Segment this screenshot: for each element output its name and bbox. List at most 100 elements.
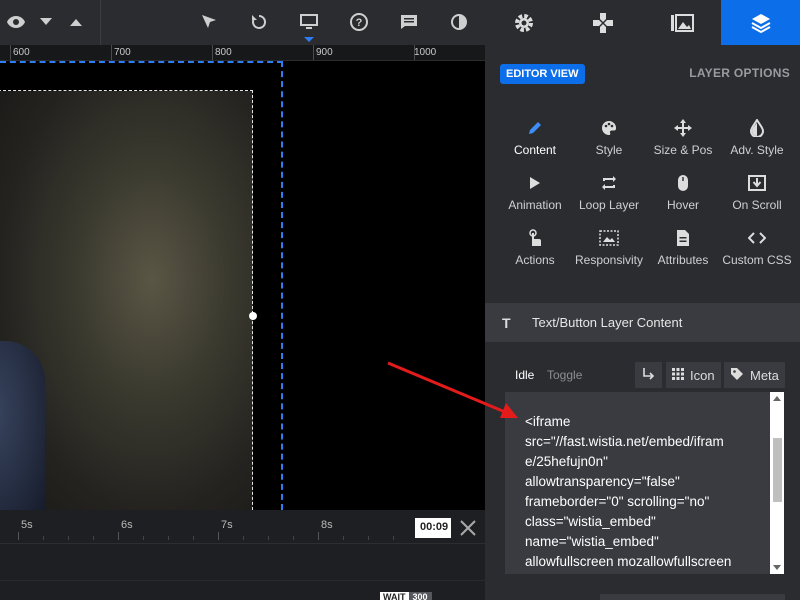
chevron-up-icon[interactable] (64, 10, 88, 34)
comment-icon[interactable] (397, 10, 421, 34)
contrast-icon[interactable] (447, 10, 471, 34)
settings-panel: EDITOR VIEW LAYER OPTIONS Content Style … (485, 0, 800, 600)
palette-icon (572, 118, 646, 138)
desktop-icon[interactable] (297, 10, 321, 34)
tab-toggle[interactable]: Toggle (547, 368, 582, 382)
timeline: 5s 6s 7s 8s 00:09 (0, 510, 485, 600)
horizontal-ruler: 600 700 800 900 1000 (0, 45, 485, 61)
canvas-guide-top (0, 61, 283, 63)
option-label: Content (513, 143, 557, 157)
code-line: allowfullscreen mozallowfullscreen (525, 554, 732, 569)
option-animation[interactable]: Animation (498, 173, 572, 223)
option-actions[interactable]: Actions (498, 228, 572, 278)
canvas-guide-right (281, 61, 283, 510)
wait-badge[interactable]: WAIT 300 (380, 592, 432, 600)
section-header[interactable]: T Text/Button Layer Content (485, 303, 800, 342)
responsive-image-icon (572, 228, 646, 248)
close-icon[interactable] (458, 518, 478, 538)
code-line: class="wistia_embed" (525, 514, 656, 529)
eye-icon[interactable] (4, 10, 28, 34)
option-loop-layer[interactable]: Loop Layer (572, 173, 646, 223)
option-label: Attributes (657, 253, 709, 267)
tab-idle[interactable]: Idle (515, 368, 534, 382)
code-icon (720, 228, 794, 248)
gear-icon[interactable] (485, 0, 564, 45)
ruler-label: 1000 (414, 47, 437, 58)
scroll-down-icon[interactable] (773, 565, 781, 570)
option-label: Size & Pos (653, 143, 713, 157)
help-icon[interactable]: ? (347, 10, 371, 34)
code-line: frameborder="0" scrolling="no" (525, 494, 710, 509)
active-device-indicator (304, 37, 314, 42)
timeline-row[interactable] (0, 545, 485, 581)
option-content[interactable]: Content (498, 118, 572, 168)
loop-icon (572, 173, 646, 193)
layer-options-button[interactable]: LAYER OPTIONS (689, 66, 790, 80)
layers-icon[interactable] (721, 0, 800, 45)
slide-canvas[interactable] (0, 61, 485, 510)
wait-value: 300 (408, 592, 432, 600)
timeline-label: 5s (21, 519, 33, 531)
timeline-label: 6s (121, 519, 133, 531)
droplet-icon (720, 118, 794, 138)
option-label: On Scroll (732, 198, 782, 212)
content-textarea[interactable]: <iframe src="//fast.wistia.net/embed/ifr… (505, 392, 770, 574)
media-library-icon[interactable] (643, 0, 722, 45)
option-label: Animation (508, 198, 562, 212)
icon-button[interactable]: Icon (666, 362, 721, 388)
gamepad-icon[interactable] (564, 0, 643, 45)
current-time-input[interactable]: 00:09 (415, 518, 451, 538)
timeline-label: 7s (221, 519, 233, 531)
option-label: Loop Layer (578, 198, 640, 212)
icon-button-label: Icon (690, 367, 715, 383)
scroll-thumb[interactable] (773, 438, 782, 502)
ruler-label: 800 (215, 47, 232, 58)
meta-button-label: Meta (750, 367, 779, 383)
line-break-button[interactable] (635, 362, 662, 388)
editor-view-button[interactable]: EDITOR VIEW (500, 64, 585, 84)
timeline-ruler[interactable]: 5s 6s 7s 8s 00:09 (0, 510, 485, 544)
layer-selection-box[interactable] (0, 90, 253, 510)
option-label: Responsivity (574, 253, 644, 267)
tag-icon (730, 367, 744, 384)
play-icon (498, 173, 572, 193)
option-label: Hover (666, 198, 699, 212)
touch-icon (498, 228, 572, 248)
svg-text:?: ? (356, 17, 363, 29)
content-editor: Idle Toggle Icon Meta <iframe src="//fas… (485, 342, 800, 600)
text-layer-icon: T (502, 315, 511, 331)
timeline-label: 8s (321, 519, 333, 531)
toolbar-divider (100, 0, 101, 45)
wait-label: WAIT (380, 592, 409, 600)
option-on-scroll[interactable]: On Scroll (720, 173, 794, 223)
pointer-icon[interactable] (197, 10, 221, 34)
code-line: e/25hefujn0n" (525, 454, 608, 469)
scroll-up-icon[interactable] (773, 396, 781, 401)
mouse-icon (646, 173, 720, 193)
option-label: Adv. Style (730, 143, 784, 157)
code-line: <iframe (525, 414, 571, 429)
grid-icon (672, 367, 684, 383)
option-custom-css[interactable]: Custom CSS (720, 228, 794, 278)
ruler-label: 600 (13, 47, 30, 58)
option-hover[interactable]: Hover (646, 173, 720, 223)
move-icon (646, 118, 720, 138)
option-adv-style[interactable]: Adv. Style (720, 118, 794, 168)
code-line: src="//fast.wistia.net/embed/ifram (525, 434, 724, 449)
view-switch-row: EDITOR VIEW LAYER OPTIONS (485, 45, 800, 102)
option-style[interactable]: Style (572, 118, 646, 168)
undo-icon[interactable] (247, 10, 271, 34)
option-label: Style (595, 143, 623, 157)
ruler-label: 700 (114, 47, 131, 58)
chevron-down-icon[interactable] (34, 10, 58, 34)
option-label: Actions (515, 253, 555, 267)
download-box-icon (720, 173, 794, 193)
option-attributes[interactable]: Attributes (646, 228, 720, 278)
resize-handle[interactable] (249, 312, 257, 320)
option-label: Custom CSS (722, 253, 792, 267)
code-line: allowtransparency="false" (525, 474, 680, 489)
option-size-pos[interactable]: Size & Pos (646, 118, 720, 168)
meta-button[interactable]: Meta (724, 362, 785, 388)
textarea-scrollbar[interactable] (770, 392, 784, 574)
option-responsivity[interactable]: Responsivity (572, 228, 646, 278)
